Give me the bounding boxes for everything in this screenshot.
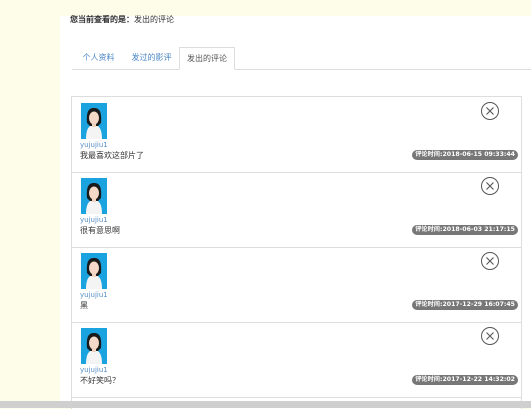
- comment-username[interactable]: yujujiu1: [80, 141, 108, 149]
- close-circle-icon: [486, 182, 494, 190]
- comment-username[interactable]: yujujiu1: [80, 216, 108, 224]
- comment-time-badge: 评论时间:2018-06-03 21:17:15: [412, 225, 518, 235]
- breadcrumb-label: 您当前查看的是：: [70, 15, 134, 24]
- comment-item: yujujiu1 黑 评论时间:2017-12-29 16:07:45: [72, 247, 521, 323]
- comment-item: yujujiu1 我最喜欢这部片了 评论时间:2018-06-15 09:33:…: [72, 97, 521, 173]
- close-circle-icon: [486, 257, 494, 265]
- comment-username[interactable]: yujujiu1: [80, 366, 108, 374]
- comment-item: yujujiu1 不好笑吗？ 评论时间:2017-12-22 14:32:02: [72, 322, 521, 398]
- avatar-portrait: [81, 253, 107, 289]
- delete-comment-button[interactable]: [481, 102, 499, 120]
- comment-item: yujujiu1 很有意思啊 评论时间:2018-06-03 21:17:15: [72, 172, 521, 248]
- comment-text: 不好笑吗？: [80, 376, 120, 385]
- comment-time-badge: 评论时间:2017-12-29 16:07:45: [412, 300, 518, 310]
- avatar[interactable]: [81, 253, 107, 289]
- horizontal-scrollbar[interactable]: [0, 401, 531, 408]
- delete-comment-button[interactable]: [481, 252, 499, 270]
- delete-comment-button[interactable]: [481, 327, 499, 345]
- avatar-portrait: [81, 328, 107, 364]
- avatar-portrait: [81, 178, 107, 214]
- avatar[interactable]: [81, 178, 107, 214]
- comment-time-badge: 评论时间:2018-06-15 09:33:44: [412, 150, 518, 160]
- close-circle-icon: [486, 332, 494, 340]
- tab-bar: 个人资料 发过的影评 发出的评论: [72, 47, 531, 70]
- close-circle-icon: [486, 107, 494, 115]
- tab-comments[interactable]: 发出的评论: [179, 47, 235, 70]
- tab-profile[interactable]: 个人资料: [72, 47, 125, 68]
- avatar[interactable]: [81, 103, 107, 139]
- breadcrumb: 您当前查看的是：发出的评论: [70, 14, 174, 25]
- comment-list: yujujiu1 我最喜欢这部片了 评论时间:2018-06-15 09:33:…: [71, 96, 522, 409]
- comment-username[interactable]: yujujiu1: [80, 291, 108, 299]
- comment-text: 黑: [80, 301, 88, 310]
- comment-text: 很有意思啊: [80, 226, 120, 235]
- breadcrumb-current: 发出的评论: [134, 15, 174, 24]
- tab-reviews[interactable]: 发过的影评: [125, 47, 178, 68]
- comment-time-badge: 评论时间:2017-12-22 14:32:02: [412, 375, 518, 385]
- avatar-portrait: [81, 103, 107, 139]
- delete-comment-button[interactable]: [481, 177, 499, 195]
- comment-text: 我最喜欢这部片了: [80, 151, 144, 160]
- avatar[interactable]: [81, 328, 107, 364]
